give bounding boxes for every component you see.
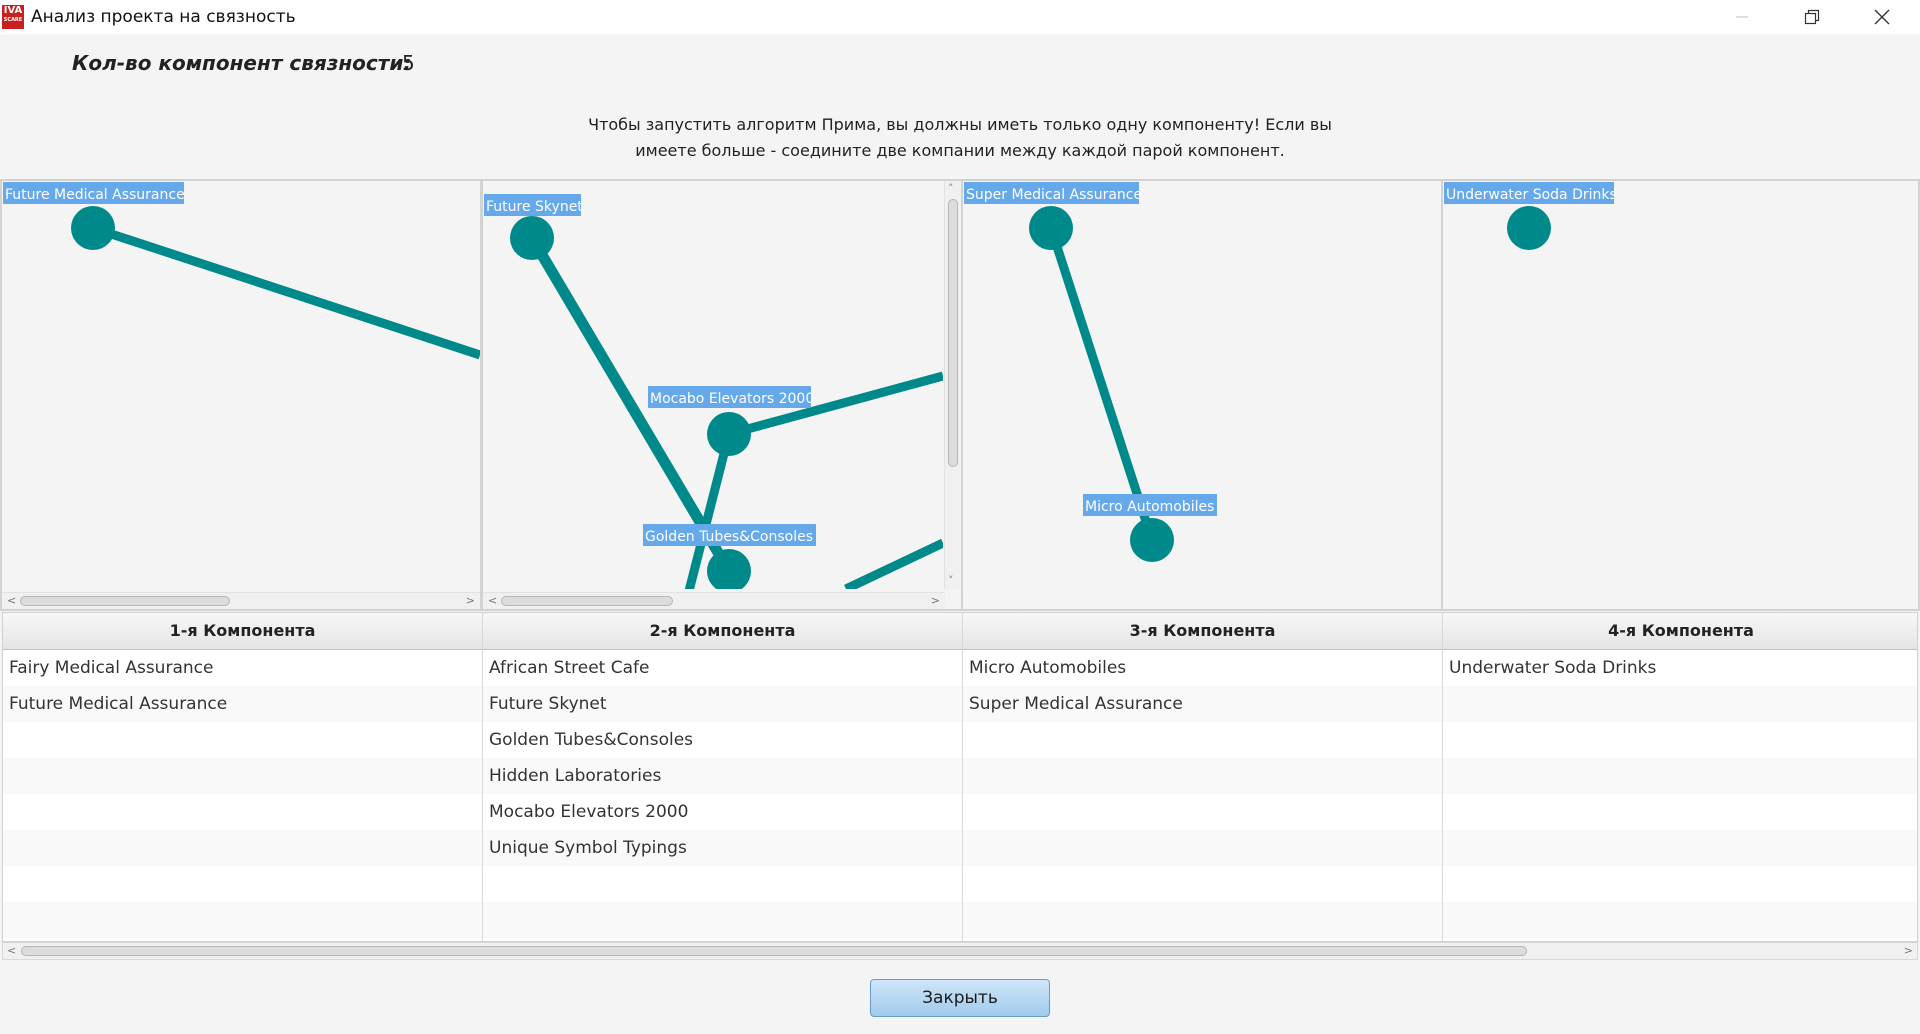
graph-node[interactable] <box>1029 206 1073 250</box>
graph-edge <box>844 538 943 589</box>
column-header[interactable]: 3-я Компонента <box>963 613 1442 650</box>
column-header[interactable]: 2-я Компонента <box>483 613 962 650</box>
close-icon <box>1874 9 1890 25</box>
scroll-left-icon[interactable]: < <box>488 593 497 609</box>
graph-2-hscrollbar[interactable]: < > <box>483 592 945 609</box>
graph-1-hscrollbar[interactable]: < > <box>2 592 480 609</box>
restore-button[interactable] <box>1782 0 1842 34</box>
graph-2-vscroll-thumb[interactable] <box>948 199 958 467</box>
node-label: Super Medical Assurance <box>966 187 1142 203</box>
table-cell[interactable]: Unique Symbol Typings <box>483 830 962 866</box>
table-cell[interactable]: Underwater Soda Drinks <box>1443 650 1917 686</box>
table-cell-empty <box>1443 866 1917 902</box>
node-label: Future Medical Assurance <box>5 187 185 203</box>
window-title: Анализ проекта на связность <box>31 7 296 27</box>
graph-canvas-1: Future Medical Assurance <box>3 182 480 360</box>
table-cell-empty <box>963 830 1442 866</box>
table-cell-empty <box>1443 794 1917 830</box>
graph-2-hscroll-thumb[interactable] <box>501 596 673 606</box>
scroll-up-icon[interactable]: ˄ <box>948 181 954 197</box>
scroll-down-icon[interactable]: ˅ <box>948 573 954 589</box>
scroll-left-icon[interactable]: < <box>7 593 16 609</box>
table-cell-empty <box>3 722 482 758</box>
graph-panel-2[interactable]: Future Skynet Mocabo Elevators 2000 Gold… <box>481 179 963 611</box>
table-cell-empty <box>3 866 482 902</box>
scroll-right-icon[interactable]: > <box>1904 943 1913 959</box>
graph-canvas-3: Super Medical Assurance Micro Automobile… <box>964 182 1217 562</box>
node-label: Future Skynet <box>486 199 583 215</box>
scroll-right-icon[interactable]: > <box>931 593 940 609</box>
node-label: Golden Tubes&Consoles <box>645 529 813 545</box>
table-cell-empty <box>1443 686 1917 722</box>
table-cell[interactable]: Future Skynet <box>483 686 962 722</box>
graph-1-hscroll-thumb[interactable] <box>20 596 230 606</box>
component-column-2: 2-я Компонента African Street Cafe Futur… <box>483 613 963 941</box>
table-cell-empty <box>963 758 1442 794</box>
scroll-right-icon[interactable]: > <box>466 593 475 609</box>
app-logo: IVA SCARE <box>2 5 24 29</box>
column-header[interactable]: 1-я Компонента <box>3 613 482 650</box>
table-cell-empty <box>1443 830 1917 866</box>
table-cell-empty <box>963 722 1442 758</box>
table-cell[interactable]: Super Medical Assurance <box>963 686 1442 722</box>
table-hscroll-thumb[interactable] <box>21 946 1527 956</box>
graph-node[interactable] <box>71 206 115 250</box>
table-cell-empty <box>3 902 482 938</box>
table-cell[interactable]: Mocabo Elevators 2000 <box>483 794 962 830</box>
restore-icon <box>1804 9 1820 25</box>
component-column-1: 1-я Компонента Fairy Medical Assurance F… <box>3 613 483 941</box>
table-cell-empty <box>483 902 962 938</box>
graph-panel-4[interactable]: Underwater Soda Drinks <box>1441 179 1920 611</box>
graph-2-vscrollbar[interactable]: ˄ ˅ <box>944 181 961 589</box>
graph-panel-1[interactable]: Future Medical Assurance < > <box>0 179 482 611</box>
component-column-4: 4-я Компонента Underwater Soda Drinks <box>1443 613 1917 941</box>
graph-node[interactable] <box>1507 206 1551 250</box>
app-logo-subtext: SCARE <box>3 17 23 23</box>
table-cell-empty <box>1443 758 1917 794</box>
table-cell-empty <box>483 866 962 902</box>
close-window-button[interactable] <box>1852 0 1912 34</box>
app-logo-text: IVA <box>3 5 23 16</box>
component-column-3: 3-я Компонента Micro Automobiles Super M… <box>963 613 1443 941</box>
table-cell-empty <box>1443 902 1917 938</box>
graph-edge <box>1046 226 1157 542</box>
node-label: Micro Automobiles <box>1085 499 1214 515</box>
table-cell-empty <box>3 830 482 866</box>
table-cell[interactable]: Golden Tubes&Consoles <box>483 722 962 758</box>
table-cell[interactable]: Future Medical Assurance <box>3 686 482 722</box>
table-cell[interactable]: Micro Automobiles <box>963 650 1442 686</box>
graph-node[interactable] <box>1130 518 1174 562</box>
table-cell[interactable]: African Street Cafe <box>483 650 962 686</box>
table-cell-empty <box>963 902 1442 938</box>
table-cell-empty <box>3 758 482 794</box>
scroll-left-icon[interactable]: < <box>7 943 16 959</box>
title-bar: IVA SCARE Анализ проекта на связность <box>0 0 1920 34</box>
table-cell-empty <box>1443 722 1917 758</box>
table-cell-empty <box>963 794 1442 830</box>
graph-node[interactable] <box>707 412 751 456</box>
graph-panel-3[interactable]: Super Medical Assurance Micro Automobile… <box>961 179 1443 611</box>
minimize-button[interactable] <box>1712 0 1772 34</box>
graph-node[interactable] <box>510 216 554 260</box>
components-count-value: 5 <box>402 51 415 75</box>
node-label: Mocabo Elevators 2000 <box>650 391 814 407</box>
column-header[interactable]: 4-я Компонента <box>1443 613 1917 650</box>
table-cell[interactable]: Fairy Medical Assurance <box>3 650 482 686</box>
graph-canvas-2: Future Skynet Mocabo Elevators 2000 Gold… <box>484 194 943 589</box>
components-count-label: Кол-во компонент связности: <box>72 51 412 75</box>
close-button[interactable]: Закрыть <box>870 979 1050 1017</box>
graph-edge <box>91 223 480 360</box>
graph-canvas-4: Underwater Soda Drinks <box>1444 182 1617 250</box>
node-label: Underwater Soda Drinks <box>1446 187 1617 203</box>
table-cell[interactable]: Hidden Laboratories <box>483 758 962 794</box>
minimize-icon <box>1736 16 1748 18</box>
table-hscrollbar[interactable]: < > <box>2 942 1918 960</box>
table-cell-empty <box>963 866 1442 902</box>
table-cell-empty <box>3 794 482 830</box>
instructions-text: Чтобы запустить алгоритм Прима, вы должн… <box>588 115 1332 160</box>
components-table[interactable]: 1-я Компонента Fairy Medical Assurance F… <box>2 612 1918 942</box>
